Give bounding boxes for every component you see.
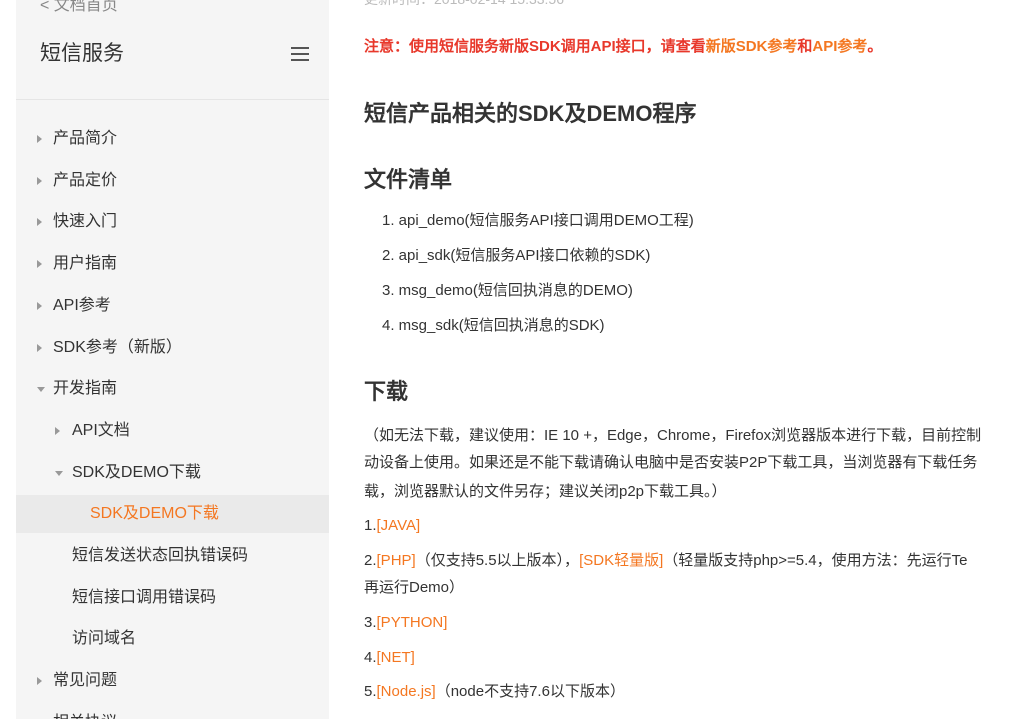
sidebar-item[interactable]: 短信发送状态回执错误码: [16, 537, 329, 575]
download-item-number: 5.: [364, 683, 377, 700]
caret-right-icon: [37, 260, 42, 268]
sidebar-item[interactable]: 用户指南: [16, 245, 329, 283]
notice-middle: 和: [797, 38, 813, 55]
sidebar-item[interactable]: SDK参考（新版）: [16, 329, 329, 367]
download-title: 下载: [364, 379, 409, 404]
notice-prefix: 注意：使用短信服务新版SDK调用API接口，请查看: [364, 38, 706, 55]
caret-right-icon: [37, 135, 42, 143]
sidebar-item[interactable]: API文档: [16, 412, 329, 450]
python-download-link[interactable]: [PYTHON]: [377, 614, 448, 631]
download-item-node: 5.[Node.js]（node不支持7.6以下版本）: [364, 682, 625, 702]
sidebar-item-label: 短信发送状态回执错误码: [72, 547, 249, 564]
file-list-item: 2. api_sdk(短信服务API接口依赖的SDK): [382, 247, 651, 264]
file-list-item: 4. msg_sdk(短信回执消息的SDK): [382, 317, 605, 334]
notice-suffix: 。: [867, 38, 883, 55]
sidebar-item-label: 相关协议: [53, 704, 117, 719]
caret-down-icon: [55, 471, 63, 476]
api-reference-link[interactable]: API参考: [812, 38, 867, 55]
sidebar-item[interactable]: 开发指南: [16, 370, 329, 408]
caret-right-icon: [37, 218, 42, 226]
sidebar-item[interactable]: 短信接口调用错误码: [16, 579, 329, 617]
caret-right-icon: [37, 677, 42, 685]
download-item-number: 1.: [364, 517, 377, 534]
docs-page: < 文档首页 短信服务 产品简介产品定价快速入门用户指南 API参考 SDK参考（新…: [0, 0, 1024, 719]
sidebar-item-label: 访问域名: [72, 630, 137, 647]
sidebar-item-label: API文档: [72, 422, 130, 439]
sidebar-item[interactable]: 快速入门: [16, 203, 329, 241]
update-time: 更新时间：2018-02-14 15:33:56: [364, 0, 564, 8]
page-title: 短信产品相关的SDK及DEMO程序: [364, 101, 697, 126]
sidebar-item[interactable]: 常见问题: [16, 662, 329, 700]
sidebar-item[interactable]: 产品简介: [16, 120, 329, 158]
file-list-item: 3. msg_demo(短信回执消息的DEMO): [382, 282, 633, 299]
sidebar-title: 短信服务: [40, 42, 124, 65]
sidebar-item[interactable]: SDK及DEMO下载: [16, 454, 329, 492]
caret-right-icon: [37, 177, 42, 185]
sidebar-item-label: 常见问题: [53, 672, 118, 689]
caret-right-icon: [37, 344, 42, 352]
sidebar-item-label: SDK及DEMO下载: [90, 505, 219, 522]
new-sdk-reference-link[interactable]: 新版SDK参考: [706, 38, 798, 55]
caret-down-icon: [37, 387, 45, 392]
download-note-line: 动设备上使用。如果还是不能下载请确认电脑中是否安装P2P下载工具，当浏览器有下载…: [364, 454, 978, 471]
node-note: （node不支持7.6以下版本）: [435, 683, 625, 700]
net-download-link[interactable]: [NET]: [377, 649, 415, 666]
caret-right-icon: [55, 427, 60, 435]
sidebar-divider: [16, 99, 329, 100]
java-download-link[interactable]: [JAVA]: [377, 517, 421, 534]
download-item-php: 2.[PHP]（仅支持5.5以上版本），[SDK轻量版]（轻量版支持php>=5…: [364, 551, 968, 571]
sidebar-item[interactable]: API参考: [16, 287, 329, 325]
file-list-title: 文件清单: [364, 167, 453, 192]
node-download-link[interactable]: [Node.js]: [377, 683, 436, 700]
download-item-python: 3.[PYTHON]: [364, 613, 447, 633]
download-item-net: 4.[NET]: [364, 648, 415, 668]
sidebar-item-label: 用户指南: [53, 255, 118, 272]
download-item-java: 1.[JAVA]: [364, 516, 420, 536]
sidebar-item-label: 开发指南: [53, 380, 118, 397]
main-content: 更新时间：2018-02-14 15:33:56 注意：使用短信服务新版SDK调…: [364, 0, 1024, 719]
sidebar-item-label: 产品简介: [53, 130, 118, 147]
sidebar-item-label: 短信接口调用错误码: [72, 589, 217, 606]
download-item-number: 3.: [364, 614, 377, 631]
sidebar: < 文档首页 短信服务 产品简介产品定价快速入门用户指南 API参考 SDK参考（新…: [16, 0, 329, 719]
sidebar-item[interactable]: 访问域名: [16, 620, 329, 658]
sdk-lite-note: （轻量版支持php>=5.4，使用方法：先运行Te: [663, 552, 968, 569]
sidebar-item-label: 快速入门: [53, 213, 118, 230]
sidebar-item-label: API参考: [53, 297, 111, 314]
sidebar-item[interactable]: 产品定价: [16, 162, 329, 200]
sidebar-item-label: 产品定价: [53, 172, 118, 189]
caret-right-icon: [37, 302, 42, 310]
download-note-line: 载，浏览器默认的文件另存；建议关闭p2p下载工具。）: [364, 483, 727, 500]
hamburger-menu-icon[interactable]: [291, 47, 309, 61]
download-item-number: 2.: [364, 552, 377, 569]
download-note-line: （如无法下载，建议使用：IE 10 +，Edge，Chrome，Firefox浏…: [364, 427, 982, 444]
php-note: （仅支持5.5以上版本），: [415, 552, 580, 569]
download-item-number: 4.: [364, 649, 377, 666]
sdk-lite-download-link[interactable]: [SDK轻量版]: [579, 552, 663, 569]
php-download-link[interactable]: [PHP]: [377, 552, 416, 569]
sidebar-item[interactable]: SDK及DEMO下载: [16, 495, 329, 533]
notice-banner: 注意：使用短信服务新版SDK调用API接口，请查看新版SDK参考和API参考。: [364, 37, 882, 57]
file-list-item: 1. api_demo(短信服务API接口调用DEMO工程): [382, 212, 694, 229]
sidebar-item[interactable]: 相关协议: [16, 704, 329, 719]
sidebar-item-label: SDK及DEMO下载: [72, 464, 201, 481]
back-to-docs-home-link[interactable]: < 文档首页: [40, 0, 118, 16]
php-note-continued: 再运行Demo）: [364, 579, 465, 596]
sidebar-item-label: SDK参考（新版）: [53, 339, 182, 356]
